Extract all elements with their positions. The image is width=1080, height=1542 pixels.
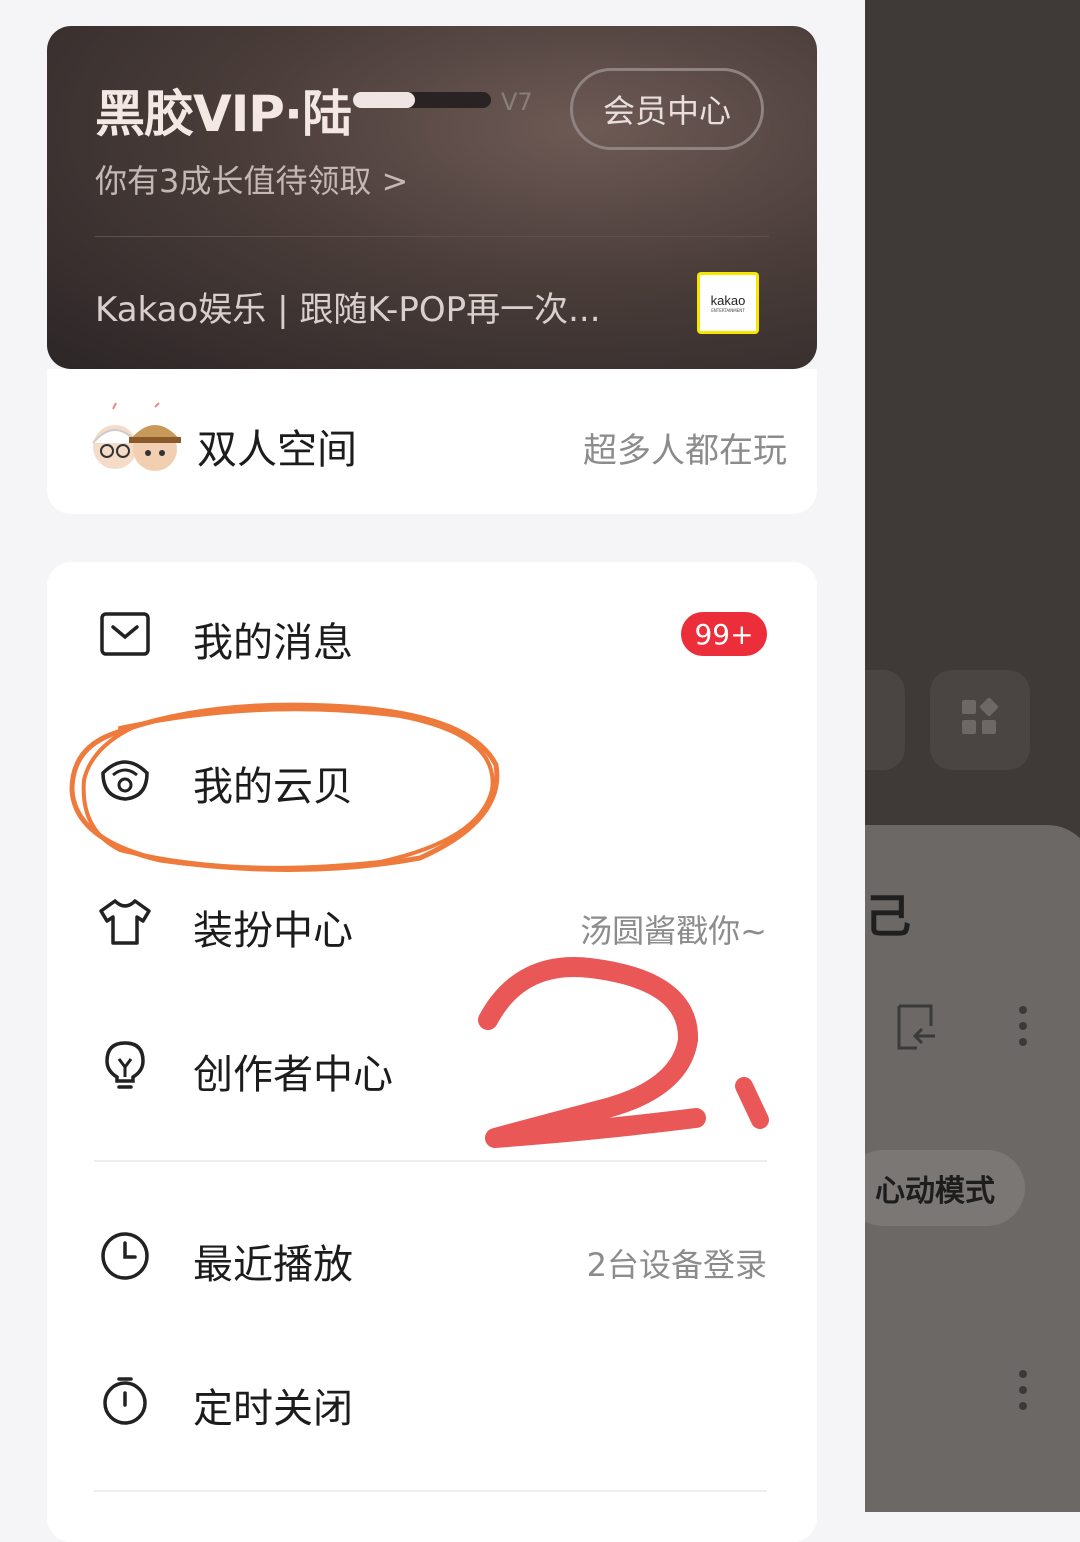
dress-up-label: 装扮中心 xyxy=(193,908,353,954)
duo-space-row[interactable]: 双人空间 超多人都在玩 xyxy=(47,369,817,514)
dress-up-hint: 汤圆酱戳你~ xyxy=(580,912,767,950)
member-center-button[interactable]: 会员中心 xyxy=(570,68,764,150)
duo-space-hint: 超多人都在玩 xyxy=(583,431,787,471)
menu-item-recent[interactable]: 最近播放 2台设备登录 xyxy=(47,1184,817,1328)
menu-card: 我的消息 99+ 我的云贝 装扮中心 汤圆酱戳你~ 创作者中心 最近播放 2台设… xyxy=(47,562,817,1542)
more-vertical-icon[interactable] xyxy=(1019,1006,1027,1046)
duo-space-label: 双人空间 xyxy=(197,427,357,473)
divider xyxy=(94,1490,767,1492)
couple-avatar xyxy=(85,399,185,479)
menu-item-dress-up[interactable]: 装扮中心 汤圆酱戳你~ xyxy=(47,850,817,994)
cloud-shell-label: 我的云贝 xyxy=(193,764,353,810)
exit-icon[interactable] xyxy=(891,1002,941,1056)
grid-icon xyxy=(962,697,999,734)
background-partial-text: 己 xyxy=(865,889,911,943)
background-tile[interactable] xyxy=(865,670,905,770)
recent-hint: 2台设备登录 xyxy=(586,1246,767,1284)
kakao-logo[interactable]: kakao ENTERTAINMENT xyxy=(697,272,759,334)
menu-item-messages[interactable]: 我的消息 99+ xyxy=(47,562,817,706)
vip-card[interactable]: 黑胶VIP·陆 V7 会员中心 你有3成长值待领取 > Kakao娱乐 | 跟随… xyxy=(47,26,817,369)
menu-item-creator[interactable]: 创作者中心 xyxy=(47,994,817,1138)
menu-item-timer[interactable]: 定时关闭 xyxy=(47,1328,817,1472)
grid-apps-tile[interactable] xyxy=(930,670,1030,770)
more-vertical-icon[interactable] xyxy=(1019,1370,1027,1410)
background-app-panel: 己 心动模式 xyxy=(865,0,1080,1512)
timer-icon xyxy=(103,1377,147,1425)
cloud-shell-icon xyxy=(101,760,149,801)
tshirt-icon xyxy=(99,899,151,945)
vip-title: 黑胶VIP·陆 xyxy=(95,85,352,143)
lightbulb-icon xyxy=(105,1041,145,1089)
timer-label: 定时关闭 xyxy=(193,1386,353,1432)
divider xyxy=(94,1160,767,1162)
mail-icon xyxy=(100,612,150,656)
menu-item-cloud-shell[interactable]: 我的云贝 xyxy=(47,706,817,850)
messages-label: 我的消息 xyxy=(193,620,353,666)
heartbeat-mode-button[interactable]: 心动模式 xyxy=(865,1150,1025,1226)
recent-label: 最近播放 xyxy=(193,1242,353,1288)
vip-level: V7 xyxy=(501,88,533,116)
unread-badge: 99+ xyxy=(681,612,767,656)
promo-text[interactable]: Kakao娱乐 | 跟随K-POP再一次... xyxy=(95,282,601,331)
clock-icon xyxy=(101,1232,149,1280)
creator-label: 创作者中心 xyxy=(193,1052,393,1098)
side-drawer: 黑胶VIP·陆 V7 会员中心 你有3成长值待领取 > Kakao娱乐 | 跟随… xyxy=(0,0,865,1542)
divider xyxy=(95,236,769,237)
growth-notice-link[interactable]: 你有3成长值待领取 > xyxy=(95,156,408,202)
vip-level-progress xyxy=(353,92,491,108)
